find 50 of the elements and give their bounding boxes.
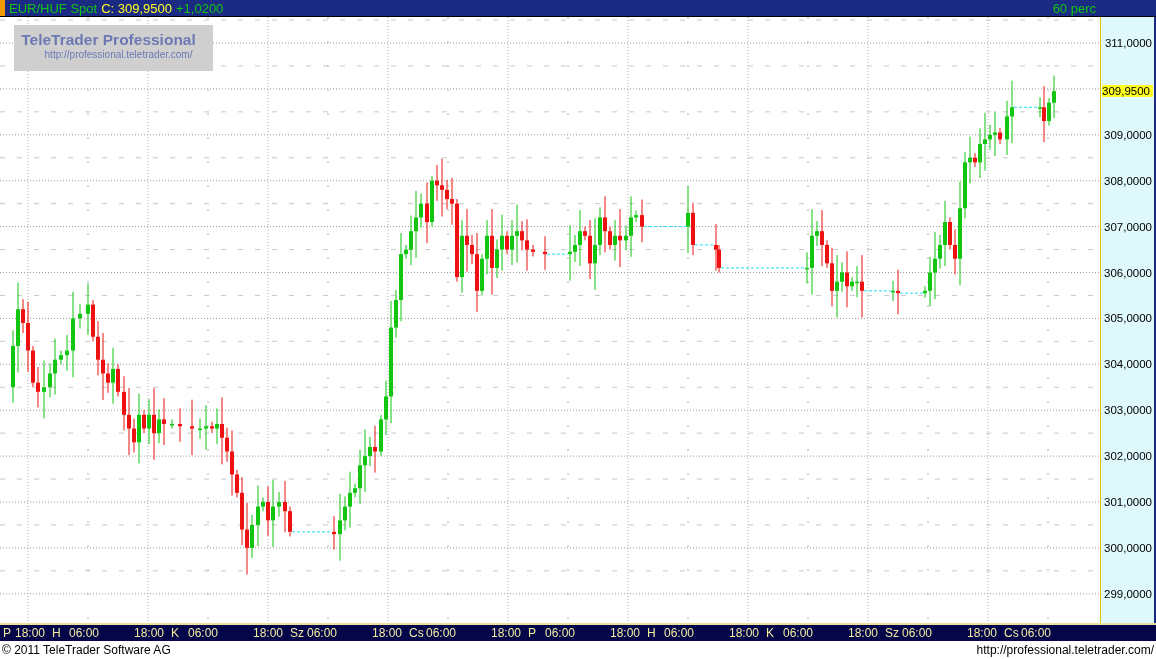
time-label: 18:00 — [729, 626, 760, 640]
time-label: 06:00 — [307, 626, 338, 640]
time-label: 18:00 — [848, 626, 879, 640]
time-label: 18:00 — [610, 626, 641, 640]
time-label: 18:00 — [253, 626, 284, 640]
header-marker — [0, 0, 5, 16]
time-label: K — [766, 626, 774, 640]
time-label: H — [52, 626, 61, 640]
time-label: 18:00 — [372, 626, 403, 640]
time-label: K — [171, 626, 179, 640]
time-label: Cs — [1004, 626, 1019, 640]
price-tick: 309,0000 — [1104, 128, 1152, 141]
price-tick: 299,0000 — [1104, 587, 1152, 600]
time-label: Cs — [409, 626, 424, 640]
time-label: 06:00 — [69, 626, 100, 640]
time-label: 06:00 — [902, 626, 933, 640]
price-tick: 308,0000 — [1104, 174, 1152, 187]
interval-label: 60 perc — [1052, 0, 1096, 16]
price-tick: 311,0000 — [1104, 37, 1152, 49]
time-label: P — [3, 626, 11, 640]
logo-url: http://professional.teletrader.com/ — [44, 49, 193, 60]
time-label: P — [528, 626, 536, 640]
price-tick: 304,0000 — [1104, 358, 1152, 371]
price-tick: 305,0000 — [1104, 312, 1152, 325]
price-tick: 301,0000 — [1104, 496, 1152, 508]
logo-title: TeleTrader Professional — [21, 31, 196, 49]
time-label: 06:00 — [188, 626, 219, 640]
time-label: 18:00 — [15, 626, 46, 640]
time-label: 18:00 — [967, 626, 998, 640]
close-price: C: 309,9500 — [101, 0, 172, 16]
time-label: 06:00 — [426, 626, 457, 640]
price-change: +1,0200 — [176, 0, 224, 16]
time-label: 06:00 — [664, 626, 695, 640]
time-label: Sz — [885, 626, 899, 640]
price-tick: 307,0000 — [1104, 220, 1152, 233]
price-tick: 306,0000 — [1104, 266, 1152, 279]
time-label: 06:00 — [545, 626, 576, 640]
time-label: H — [647, 626, 656, 640]
price-tick: 303,0000 — [1104, 404, 1152, 417]
time-label: 18:00 — [134, 626, 165, 640]
price-tick: 302,0000 — [1104, 450, 1152, 463]
last-price-label: 309,9500 — [1102, 85, 1153, 98]
footer-url: http://professional.teletrader.com/ — [976, 643, 1154, 657]
time-label: 18:00 — [491, 626, 522, 640]
symbol-name: EUR/HUF Spot — [9, 0, 98, 16]
copyright-text: © 2011 TeleTrader Software AG — [2, 643, 171, 657]
price-tick: 300,0000 — [1104, 541, 1152, 554]
time-label: 06:00 — [783, 626, 814, 640]
time-label: 06:00 — [1021, 626, 1052, 640]
time-label: Sz — [290, 626, 304, 640]
